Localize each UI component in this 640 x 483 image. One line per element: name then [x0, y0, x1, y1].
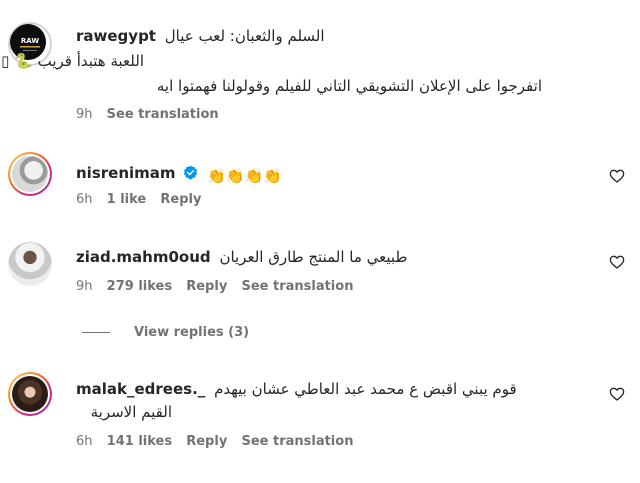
comment-text: طبيعي ما المنتج طارق العريان	[219, 248, 408, 266]
like-count[interactable]: 279 likes	[107, 279, 172, 294]
avatar[interactable]	[8, 242, 52, 286]
comment-text-line3: اتفرجوا على الإعلان التشويقي التاني للفي…	[156, 77, 542, 95]
comment-meta: 6h 141 likes Reply See translation	[76, 433, 363, 451]
svg-text:RAW: RAW	[21, 37, 39, 45]
see-translation-button[interactable]: See translation	[241, 434, 353, 449]
like-count[interactable]: 1 like	[107, 192, 147, 207]
username[interactable]: rawegypt	[76, 27, 156, 45]
heart-outline-icon[interactable]	[609, 386, 625, 402]
comment-text: 👏👏👏👏	[207, 167, 282, 185]
comment-meta: 9h See translation	[76, 106, 229, 124]
timestamp[interactable]: 6h	[76, 434, 93, 449]
verified-badge-icon	[184, 165, 198, 180]
timestamp[interactable]: 6h	[76, 192, 93, 207]
comment-rawegypt: RAW rawegypt السلم والثعبان: لعب عيال ال…	[0, 0, 640, 140]
heart-outline-icon[interactable]	[609, 168, 625, 184]
username[interactable]: nisrenimam	[76, 164, 176, 182]
username[interactable]: ziad.mahm0oud	[76, 248, 211, 266]
reply-button[interactable]: Reply	[160, 192, 201, 207]
avatar[interactable]	[8, 152, 52, 196]
comment-meta: 9h 279 likes Reply See translation	[76, 278, 363, 296]
comment-header: ziad.mahm0oud طبيعي ما المنتج طارق العري…	[76, 246, 407, 268]
see-translation-button[interactable]: See translation	[241, 279, 353, 294]
timestamp[interactable]: 9h	[76, 279, 93, 294]
username[interactable]: malak_edrees._	[76, 380, 205, 398]
comment-text-line2: اللعبة هتبدأ قريب 🐍 ▯	[1, 52, 144, 70]
heart-outline-icon[interactable]	[609, 254, 625, 270]
comment-header: rawegypt السلم والثعبان: لعب عيال	[76, 25, 325, 47]
view-replies-button[interactable]: View replies (3)	[82, 324, 249, 342]
view-replies-label[interactable]: View replies (3)	[134, 325, 249, 340]
comment-text-line1: السلم والثعبان: لعب عيال	[164, 27, 325, 45]
like-count[interactable]: 141 likes	[107, 434, 172, 449]
timestamp[interactable]: 9h	[76, 107, 93, 122]
replies-divider	[82, 332, 110, 333]
comment-malak: malak_edrees._ قوم يبني اقبض ع محمد عبد …	[0, 360, 640, 483]
reply-button[interactable]: Reply	[186, 434, 227, 449]
comment-nisrenimam: nisrenimam 👏👏👏👏 6h 1 like Reply	[0, 140, 640, 220]
comment-text-line1: قوم يبني اقبض ع محمد عبد العاطي عشان بيه…	[214, 380, 517, 398]
comment-header: nisrenimam 👏👏👏👏	[76, 162, 282, 187]
reply-button[interactable]: Reply	[186, 279, 227, 294]
see-translation-button[interactable]: See translation	[107, 107, 219, 122]
comment-text-line2: القيم الاسرية	[90, 403, 172, 421]
avatar[interactable]	[8, 372, 52, 416]
comment-header: malak_edrees._ قوم يبني اقبض ع محمد عبد …	[76, 378, 517, 400]
comment-meta: 6h 1 like Reply	[76, 191, 211, 209]
